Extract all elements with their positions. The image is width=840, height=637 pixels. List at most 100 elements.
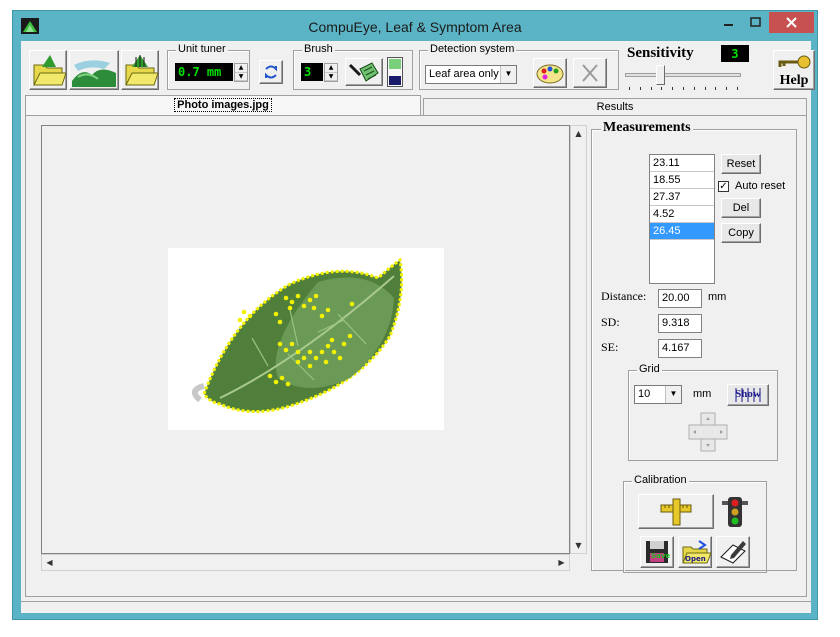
measurements-list[interactable]: 23.11 18.55 27.37 4.52 26.45 [649,154,715,284]
save-icon-label: Save [651,552,671,560]
calibration-edit-button[interactable] [716,536,750,568]
slider-tick [629,87,630,90]
measurement-list-item[interactable]: 26.45 [650,223,714,240]
brush-label: Brush [302,43,335,55]
tab-photo-images-label: Photo images.jpg [26,98,420,112]
clear-detection-button[interactable] [573,58,607,88]
chevron-down-icon[interactable]: ▼ [665,386,681,403]
scroll-up-icon[interactable]: ▲ [571,126,586,141]
grid-size-select[interactable]: 10 ▼ [634,385,682,404]
image-vertical-scrollbar[interactable]: ▲ ▼ [570,125,587,554]
slider-tick [672,87,674,90]
measurement-list-item[interactable]: 27.37 [650,189,714,206]
leaf-photo[interactable] [168,248,444,430]
slider-tick [639,87,641,90]
auto-reset-label: Auto reset [735,180,786,192]
minimize-icon [724,24,733,26]
refresh-icon [265,65,277,79]
maximize-icon [750,17,761,27]
delete-button[interactable]: Del [721,198,761,218]
app-window: CompuEye, Leaf & Symptom Area Unit tuner… [12,10,818,620]
spin-down-icon[interactable]: ▼ [325,73,337,81]
sensitivity-slider-thumb[interactable] [655,65,665,85]
open-leaf-folder-button[interactable] [29,50,67,90]
tab-results[interactable]: Results [423,98,807,115]
palette-icon [536,64,564,84]
open-icon-label: Open [685,555,706,563]
measurement-list-item[interactable]: 4.52 [650,206,714,223]
image-horizontal-scrollbar[interactable]: ◀ ▶ [41,554,570,571]
distance-label: Distance: [601,289,647,303]
sensitivity-slider-track[interactable] [625,73,741,77]
slider-tick [726,87,728,90]
unit-tuner-label: Unit tuner [176,43,228,55]
refresh-button[interactable] [259,60,283,84]
brush-tool-button[interactable] [345,58,383,86]
window-title: CompuEye, Leaf & Symptom Area [308,19,522,35]
se-label: SE: [601,340,619,354]
scroll-down-icon[interactable]: ▼ [571,538,586,553]
pen-paper-icon [720,541,746,564]
brush-color-swatch[interactable] [387,57,403,87]
reset-button[interactable]: Reset [721,154,761,174]
spin-up-icon[interactable]: ▲ [325,64,337,73]
slider-tick [737,87,738,90]
scroll-left-icon[interactable]: ◀ [42,555,57,570]
folder-leaf-icon [33,55,67,86]
calibration-save-button[interactable]: Save [640,536,674,568]
detection-mode-value: Leaf area only [429,68,499,80]
distance-unit: mm [708,291,727,303]
close-button[interactable] [769,12,814,33]
landscape-icon [72,60,116,87]
measurements-title: Measurements [601,120,693,136]
calibration-open-button[interactable]: Open [678,536,712,568]
distance-input[interactable]: 20.00 [658,289,702,308]
unit-tuner-spinner[interactable]: ▲ ▼ [234,63,248,82]
color-palette-button[interactable] [533,58,567,88]
help-button[interactable]: Help [773,50,815,90]
key-icon [778,55,811,69]
close-icon [786,17,797,28]
spin-down-icon[interactable]: ▼ [235,73,247,81]
unit-tuner-display: 0.7 mm [175,63,233,81]
slider-tick [650,87,652,90]
grid-show-label: Show [735,388,761,400]
open-grid-folder-button[interactable] [121,50,159,90]
brush-size-display: 3 [301,63,323,81]
spin-up-icon[interactable]: ▲ [235,64,247,73]
detection-mode-select[interactable]: Leaf area only ▼ [425,65,517,84]
grid-label: Grid [637,363,662,375]
image-canvas[interactable] [41,125,570,554]
auto-reset-checkbox[interactable]: ✓ [718,181,729,192]
status-bar [21,601,811,613]
color-swatch-icon [389,59,401,85]
grid-show-button[interactable]: Show [727,384,769,406]
tab-photo-images[interactable]: Photo images.jpg [25,95,421,115]
maximize-button[interactable] [742,12,769,33]
camera-capture-button[interactable] [69,50,119,90]
calibration-label: Calibration [632,474,689,486]
grid-unit: mm [693,388,712,400]
copy-button[interactable]: Copy [721,223,761,243]
slider-tick [715,87,717,90]
title-bar[interactable]: CompuEye, Leaf & Symptom Area [13,11,817,41]
measurement-list-item[interactable]: 18.55 [650,172,714,189]
grid-move-pad-icon[interactable] [687,411,729,453]
folder-leaf-grid-icon [125,55,159,86]
minimize-button[interactable] [715,12,742,33]
slider-tick [661,87,663,90]
chevron-down-icon[interactable]: ▼ [500,66,516,83]
se-value: 4.167 [658,339,702,358]
brush-size-spinner[interactable]: ▲ ▼ [324,63,338,82]
ruler-calibrate-button[interactable] [638,494,714,529]
x-mark-icon [582,64,598,82]
sensitivity-display: 3 [721,45,749,62]
sd-value: 9.318 [658,314,702,333]
slider-tick [704,87,706,90]
traffic-light-icon[interactable] [720,495,750,529]
measurement-list-item[interactable]: 23.11 [650,155,714,172]
detection-system-label: Detection system [428,43,517,55]
scroll-right-icon[interactable]: ▶ [554,555,569,570]
ruler-icon [660,498,692,526]
slider-tick [693,87,695,90]
